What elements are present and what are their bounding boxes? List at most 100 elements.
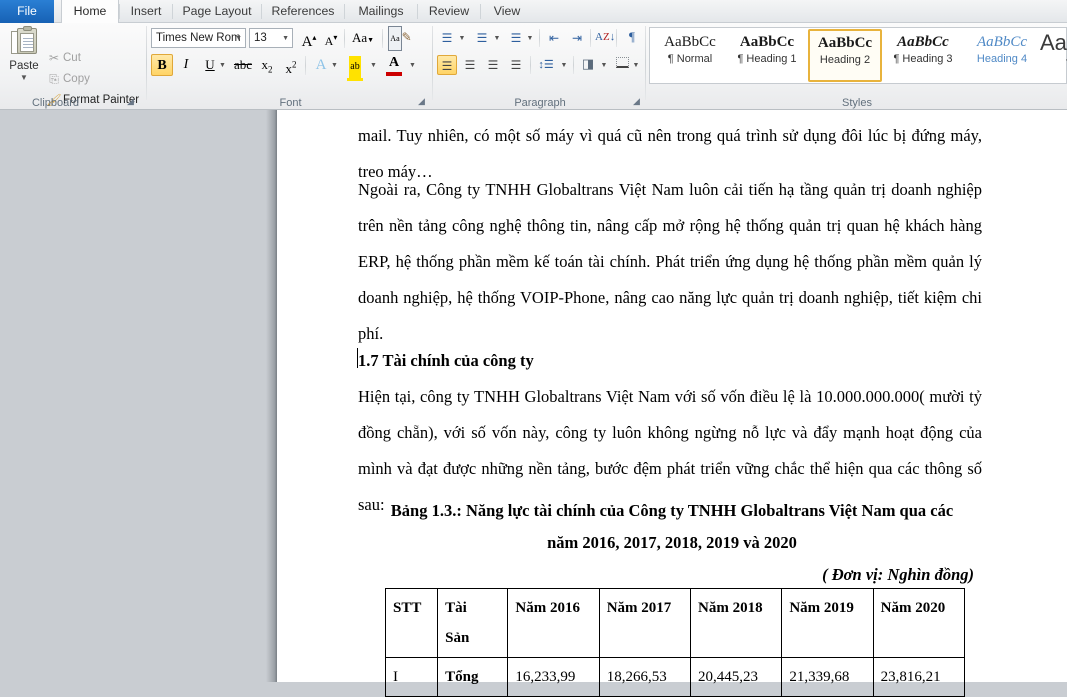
style-heading-4[interactable]: AaBbCc Heading 4 (964, 28, 1040, 83)
style-heading-1[interactable]: AaBbCc ¶ Heading 1 (726, 28, 808, 83)
italic-button[interactable]: I (175, 54, 197, 76)
numbering-icon: ☰ (476, 31, 488, 45)
bullets-icon: ☰ (441, 31, 453, 45)
text-effects-dropdown[interactable]: ▼ (328, 54, 341, 76)
font-color-dropdown[interactable]: ▼ (406, 54, 419, 76)
justify-button[interactable]: ☰ (506, 55, 526, 75)
italic-icon: I (183, 57, 189, 72)
show-formatting-marks-button[interactable]: ¶ (622, 27, 642, 47)
multilevel-list-button[interactable]: ☰ (506, 28, 526, 48)
grow-font-button[interactable]: A▴ (298, 27, 320, 50)
strikethrough-icon: abc (233, 57, 253, 72)
align-right-button[interactable]: ☰ (483, 55, 503, 75)
highlight-color-dropdown[interactable]: ▼ (367, 54, 380, 76)
numbering-button[interactable]: ☰ (472, 28, 492, 48)
text-highlight-color-icon: ab (349, 56, 361, 78)
borders-dropdown[interactable]: ▼ (630, 55, 642, 75)
subscript-button[interactable]: x2 (256, 54, 278, 76)
center-icon: ☰ (464, 58, 476, 72)
strikethrough-button[interactable]: abc (232, 54, 254, 76)
group-clipboard: Paste ▼ ✂ Cut ⎘ Copy 🖌Format Painter Clipb… (0, 23, 147, 110)
shrink-font-button[interactable]: A▾ (320, 27, 342, 49)
clear-formatting-button[interactable]: Aa ✎ (388, 26, 412, 51)
tab-file[interactable]: File (0, 0, 54, 23)
tab-references[interactable]: References (262, 0, 344, 23)
chevron-down-icon: ▼ (560, 61, 568, 69)
group-divider (539, 29, 540, 47)
style-sample: AaBbCc (1040, 30, 1067, 55)
font-dialog-launcher[interactable]: ◢ (416, 96, 427, 107)
table-header-asset-line2: Sản (445, 630, 470, 646)
group-divider (616, 29, 617, 47)
pilcrow-icon: ¶ (629, 29, 635, 44)
style-name: Title (1040, 58, 1067, 70)
change-case-button[interactable]: Aa▼ (348, 27, 378, 49)
style-gallery: AaBbCc ¶ Normal AaBbCc ¶ Heading 1 AaBbC… (649, 27, 1067, 84)
center-button[interactable]: ☰ (460, 55, 480, 75)
copy-icon: ⎘ (49, 72, 59, 86)
bold-button[interactable]: B (151, 54, 173, 76)
sort-button[interactable]: AZ↓ (595, 27, 615, 47)
style-heading-2[interactable]: AaBbCc Heading 2 (808, 29, 882, 82)
paragraph-dialog-launcher[interactable]: ◢ (631, 96, 642, 107)
multilevel-list-icon: ☰ (510, 31, 522, 45)
shrink-font-icon: A▾ (324, 33, 338, 48)
tab-view[interactable]: View (481, 0, 533, 23)
style-name: Heading 4 (976, 53, 1028, 65)
chevron-down-icon: ▼ (600, 61, 608, 69)
underline-dropdown[interactable]: ▼ (216, 54, 229, 76)
financial-table[interactable]: STT Tài Sản Năm 2016 Năm 2017 Năm 2018 N… (384, 588, 966, 697)
chevron-down-icon: ▼ (331, 61, 338, 69)
tab-insert[interactable]: Insert (120, 0, 172, 23)
paragraph-2: Ngoài ra, Công ty TNHH Globaltrans Việt … (358, 180, 982, 343)
group-divider (382, 29, 383, 48)
style-heading-3[interactable]: AaBbCc ¶ Heading 3 (882, 28, 964, 83)
font-name-combobox[interactable]: Times New Rom ▼ (151, 28, 246, 48)
style-normal[interactable]: AaBbCc ¶ Normal (654, 28, 726, 83)
document-page[interactable]: mail. Tuy nhiên, có một số máy vì quá cũ… (277, 110, 1067, 697)
table-header-asset: Tài Sản (437, 588, 509, 658)
cut-button[interactable]: ✂ Cut (45, 48, 81, 68)
clipboard-dialog-launcher[interactable]: ◢ (125, 96, 136, 107)
shading-dropdown[interactable]: ▼ (598, 55, 610, 75)
sort-icon: AZ↓ (595, 31, 616, 43)
bullets-button[interactable]: ☰ (437, 28, 457, 48)
numbering-dropdown[interactable]: ▼ (491, 28, 503, 48)
style-title[interactable]: AaBbCc Title (1040, 28, 1067, 83)
document-body[interactable]: mail. Tuy nhiên, có một số máy vì quá cũ… (277, 110, 1067, 697)
document-workspace[interactable]: mail. Tuy nhiên, có một số máy vì quá cũ… (0, 110, 1067, 697)
style-sample: AaBbCc (817, 35, 873, 51)
group-label-clipboard: Clipboard (31, 97, 80, 109)
tab-review[interactable]: Review (418, 0, 480, 23)
group-styles: AaBbCc ¶ Normal AaBbCc ¶ Heading 1 AaBbC… (647, 23, 1067, 110)
tab-page-layout[interactable]: Page Layout (173, 0, 261, 23)
chevron-down-icon: ▼ (20, 73, 28, 82)
chevron-down-icon: ▼ (632, 61, 640, 69)
paste-button[interactable]: Paste ▼ (5, 26, 43, 89)
align-left-icon: ☰ (441, 59, 453, 73)
font-color-button[interactable]: A (383, 54, 405, 76)
decrease-indent-button[interactable]: ⇤ (544, 28, 564, 48)
style-sample: AaBbCc (977, 34, 1027, 50)
group-label-styles: Styles (842, 97, 872, 109)
chevron-down-icon: ▼ (409, 61, 416, 69)
borders-button[interactable] (612, 54, 632, 74)
font-size-combobox[interactable]: 13 ▼ (249, 28, 293, 48)
bullets-dropdown[interactable]: ▼ (456, 28, 468, 48)
line-spacing-button[interactable]: ↕☰ (536, 55, 556, 75)
align-left-button[interactable]: ☰ (437, 55, 457, 75)
shading-button[interactable]: ◨ (578, 54, 598, 74)
chevron-down-icon: ▼ (219, 61, 226, 69)
ribbon-tab-strip: File Home Insert Page Layout References … (0, 0, 1067, 24)
text-cursor (357, 348, 359, 368)
line-spacing-dropdown[interactable]: ▼ (558, 55, 570, 75)
font-size-value: 13 (254, 32, 267, 44)
tab-home[interactable]: Home (61, 0, 119, 24)
superscript-button[interactable]: x2 (280, 54, 302, 76)
style-name: ¶ Heading 1 (737, 53, 797, 65)
multilevel-list-dropdown[interactable]: ▼ (524, 28, 536, 48)
copy-button[interactable]: ⎘ Copy (45, 69, 90, 89)
increase-indent-button[interactable]: ⇥ (567, 28, 587, 48)
text-highlight-color-button[interactable]: ab (344, 54, 366, 81)
tab-mailings[interactable]: Mailings (345, 0, 417, 23)
